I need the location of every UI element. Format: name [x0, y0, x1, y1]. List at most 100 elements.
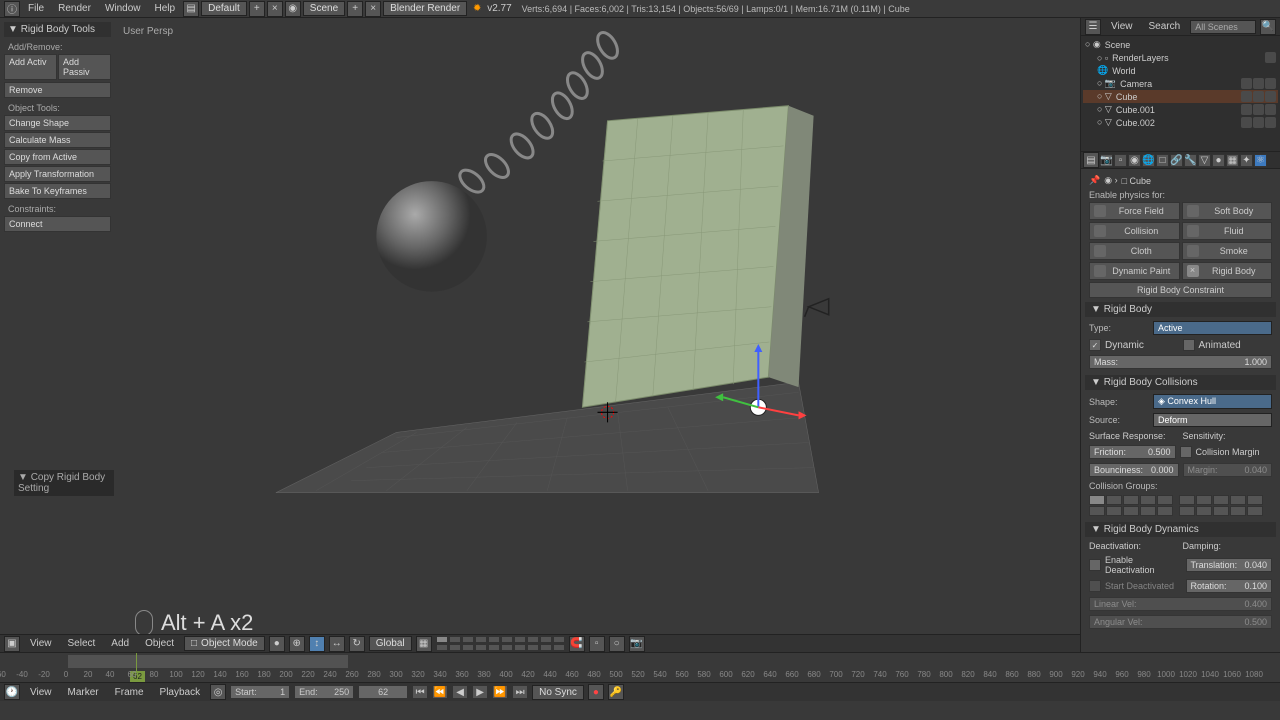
- tree-cube[interactable]: ○ ▽ Cube: [1083, 90, 1278, 103]
- tab-modifiers[interactable]: 🔧: [1184, 154, 1197, 167]
- outliner-filter-dropdown[interactable]: All Scenes: [1190, 20, 1256, 34]
- prev-keyframe-icon[interactable]: ⏪: [432, 685, 448, 699]
- menu-file[interactable]: File: [22, 1, 50, 16]
- layout-icon[interactable]: ▤: [183, 1, 199, 17]
- remove-button[interactable]: Remove: [4, 82, 111, 98]
- start-deactivated-checkbox[interactable]: [1089, 580, 1101, 592]
- layers-icon[interactable]: ▦: [416, 636, 432, 652]
- remove-scene-icon[interactable]: ×: [365, 1, 381, 17]
- tab-data[interactable]: ▽: [1198, 154, 1211, 167]
- translation-input[interactable]: Translation:0.040: [1186, 558, 1273, 572]
- mode-dropdown[interactable]: □ Object Mode: [184, 636, 265, 651]
- tab-material[interactable]: ●: [1212, 154, 1225, 167]
- rigid-body-panel-header[interactable]: ▼ Rigid Body: [1085, 302, 1276, 317]
- tree-camera[interactable]: ○ 📷 Camera: [1083, 77, 1278, 90]
- layout-dropdown[interactable]: Default: [201, 1, 247, 16]
- end-frame-input[interactable]: End:250: [294, 685, 354, 699]
- current-frame-input[interactable]: 62: [358, 685, 408, 699]
- rigid-body-button[interactable]: ×Rigid Body: [1182, 262, 1273, 280]
- smoke-button[interactable]: Smoke: [1182, 242, 1273, 260]
- info-icon[interactable]: ⓘ: [4, 1, 20, 17]
- proportional-icon[interactable]: ○: [609, 636, 625, 652]
- layer-buttons[interactable]: [436, 636, 565, 651]
- bounciness-input[interactable]: Bounciness:0.000: [1089, 463, 1179, 477]
- editor-type-icon[interactable]: ▣: [4, 636, 20, 652]
- angular-vel-input[interactable]: Angular Vel:0.500: [1089, 615, 1272, 629]
- dynamics-panel-header[interactable]: ▼ Rigid Body Dynamics: [1085, 522, 1276, 537]
- record-icon[interactable]: ●: [588, 684, 604, 700]
- search-icon[interactable]: 🔍: [1260, 19, 1276, 35]
- tab-render[interactable]: 📷: [1100, 154, 1113, 167]
- animated-checkbox[interactable]: [1183, 339, 1195, 351]
- collision-margin-checkbox[interactable]: [1180, 446, 1192, 458]
- keying-set-icon[interactable]: 🔑: [608, 684, 624, 700]
- outliner-tree[interactable]: ○ ◉ Scene ○ ▫ RenderLayers 🌐 World ○ 📷 C…: [1081, 36, 1280, 151]
- snap-type-icon[interactable]: ▫: [589, 636, 605, 652]
- menu-window[interactable]: Window: [99, 1, 147, 16]
- scene-dropdown[interactable]: Scene: [303, 1, 345, 16]
- operator-panel[interactable]: ▼ Copy Rigid Body Setting: [14, 470, 114, 496]
- play-reverse-icon[interactable]: ◀: [452, 685, 468, 699]
- manipulator-icon[interactable]: ↕: [309, 636, 325, 652]
- orientation-dropdown[interactable]: Global: [369, 636, 412, 651]
- tab-physics[interactable]: ⚛: [1254, 154, 1267, 167]
- outliner-search[interactable]: Search: [1143, 19, 1187, 34]
- shading-icon[interactable]: ●: [269, 636, 285, 652]
- timeline-marker[interactable]: Marker: [62, 685, 105, 700]
- render-preview-icon[interactable]: 📷: [629, 636, 645, 652]
- rigid-body-tools-header[interactable]: ▼ Rigid Body Tools: [4, 22, 111, 37]
- outliner-view[interactable]: View: [1105, 19, 1139, 34]
- add-active-button[interactable]: Add Activ: [4, 54, 57, 80]
- margin-input[interactable]: Margin:0.040: [1183, 463, 1273, 477]
- rigid-body-constraint-button[interactable]: Rigid Body Constraint: [1089, 282, 1272, 298]
- timeline-scrubber[interactable]: 62 -60-40-200204060801001201401601802002…: [0, 653, 1280, 683]
- apply-transformation-button[interactable]: Apply Transformation: [4, 166, 111, 182]
- source-select[interactable]: Deform: [1153, 413, 1272, 427]
- tab-renderlayers[interactable]: ▫: [1114, 154, 1127, 167]
- tab-scene[interactable]: ◉: [1128, 154, 1141, 167]
- snap-icon[interactable]: 🧲: [569, 636, 585, 652]
- connect-button[interactable]: Connect: [4, 216, 111, 232]
- menu-render[interactable]: Render: [52, 1, 97, 16]
- tree-scene[interactable]: ○ ◉ Scene: [1083, 38, 1278, 51]
- add-passive-button[interactable]: Add Passiv: [58, 54, 111, 80]
- friction-input[interactable]: Friction:0.500: [1089, 445, 1176, 459]
- force-field-button[interactable]: Force Field: [1089, 202, 1180, 220]
- linear-vel-input[interactable]: Linear Vel:0.400: [1089, 597, 1272, 611]
- play-icon[interactable]: ▶: [472, 685, 488, 699]
- sync-dropdown[interactable]: No Sync: [532, 685, 584, 700]
- pin-icon[interactable]: 📌: [1089, 175, 1100, 186]
- dynamic-paint-button[interactable]: Dynamic Paint: [1089, 262, 1180, 280]
- object-menu[interactable]: Object: [139, 636, 180, 651]
- fluid-button[interactable]: Fluid: [1182, 222, 1273, 240]
- timeline-playback[interactable]: Playback: [154, 685, 207, 700]
- bake-to-keyframes-button[interactable]: Bake To Keyframes: [4, 183, 111, 199]
- breadcrumb-object[interactable]: □ Cube: [1122, 176, 1151, 186]
- engine-dropdown[interactable]: Blender Render: [383, 1, 467, 16]
- collisions-panel-header[interactable]: ▼ Rigid Body Collisions: [1085, 375, 1276, 390]
- copy-from-active-button[interactable]: Copy from Active: [4, 149, 111, 165]
- menu-help[interactable]: Help: [149, 1, 182, 16]
- cloth-button[interactable]: Cloth: [1089, 242, 1180, 260]
- jump-start-icon[interactable]: ⏮: [412, 685, 428, 699]
- collision-groups[interactable]: [1085, 493, 1276, 518]
- tree-cube002[interactable]: ○ ▽ Cube.002: [1083, 116, 1278, 129]
- add-layout-icon[interactable]: +: [249, 1, 265, 17]
- mass-input[interactable]: Mass:1.000: [1089, 355, 1272, 369]
- next-keyframe-icon[interactable]: ⏩: [492, 685, 508, 699]
- scene-icon[interactable]: ◉: [285, 1, 301, 17]
- timeline-view[interactable]: View: [24, 685, 58, 700]
- viewport-3d[interactable]: User Persp Alt + A x2 Last: Copy Rigid B…: [115, 18, 1080, 686]
- rotation-input[interactable]: Rotation:0.100: [1186, 579, 1273, 593]
- tab-world[interactable]: 🌐: [1142, 154, 1155, 167]
- collision-button[interactable]: Collision: [1089, 222, 1180, 240]
- add-menu[interactable]: Add: [105, 636, 135, 651]
- translate-icon[interactable]: ↔: [329, 636, 345, 652]
- shape-select[interactable]: ◈ Convex Hull: [1153, 394, 1272, 409]
- select-menu[interactable]: Select: [62, 636, 102, 651]
- tab-particles[interactable]: ✦: [1240, 154, 1253, 167]
- auto-keyframe-icon[interactable]: ◎: [210, 684, 226, 700]
- jump-end-icon[interactable]: ⏭: [512, 685, 528, 699]
- tab-constraints[interactable]: 🔗: [1170, 154, 1183, 167]
- outliner-icon[interactable]: ☰: [1085, 19, 1101, 35]
